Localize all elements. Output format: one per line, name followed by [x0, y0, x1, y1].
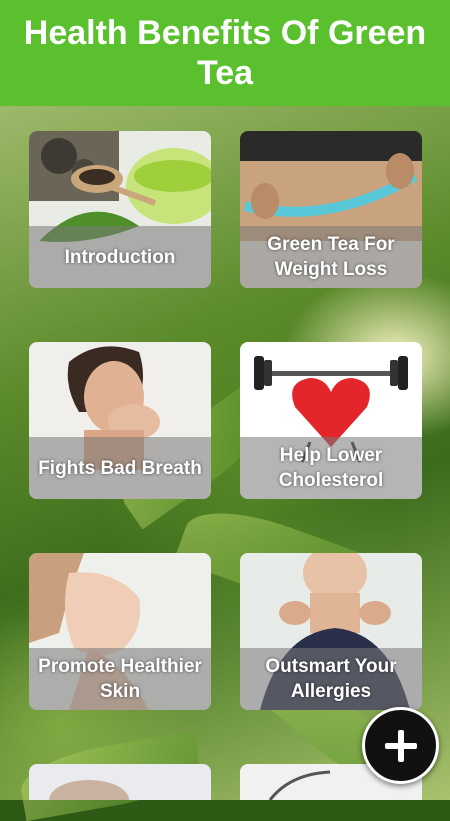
- card-label: Fights Bad Breath: [38, 457, 202, 479]
- app-header: Health Benefits Of Green Tea: [0, 0, 450, 106]
- partial-card-photo: [29, 764, 211, 800]
- card-caption: Outsmart Your Allergies: [240, 648, 422, 710]
- card-healthier-skin[interactable]: Promote Healthier Skin: [29, 553, 211, 710]
- card-label: Promote Healthier Skin: [38, 656, 202, 702]
- card-label: Introduction: [64, 246, 176, 268]
- card-caption: Promote Healthier Skin: [29, 648, 211, 710]
- card-bad-breath[interactable]: Fights Bad Breath: [29, 342, 211, 499]
- page-title: Health Benefits Of Green Tea: [23, 14, 427, 92]
- card-introduction[interactable]: Introduction: [29, 131, 211, 288]
- card-label: Outsmart Your Allergies: [265, 656, 397, 702]
- add-button[interactable]: [362, 707, 439, 784]
- card-allergies[interactable]: Outsmart Your Allergies: [240, 553, 422, 710]
- card-label: Green Tea For Weight Loss: [267, 234, 395, 280]
- card-caption: Help Lower Cholesterol: [240, 437, 422, 499]
- card-weight-loss[interactable]: Green Tea For Weight Loss: [240, 131, 422, 288]
- plus-icon: [384, 729, 417, 762]
- card-cholesterol[interactable]: Help Lower Cholesterol: [240, 342, 422, 499]
- card-caption: Green Tea For Weight Loss: [240, 226, 422, 288]
- card-partial-left[interactable]: [29, 764, 211, 800]
- card-caption: Introduction: [29, 226, 211, 288]
- card-caption: Fights Bad Breath: [29, 437, 211, 499]
- card-label: Help Lower Cholesterol: [278, 445, 384, 491]
